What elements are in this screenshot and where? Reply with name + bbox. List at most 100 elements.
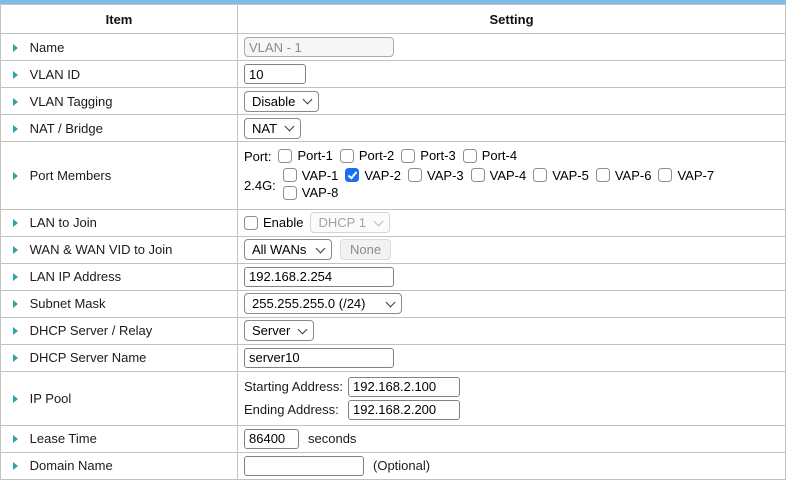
nat-bridge-value: NAT <box>252 121 277 136</box>
wifi-vap-checkbox-row: 2.4G: VAP-1 VAP-2 VAP-3 VAP-4 VAP-5 VAP-6 VAP-… <box>244 168 779 203</box>
item-cell: DHCP Server / Relay <box>1 317 238 344</box>
lan-ip-input[interactable] <box>244 267 394 287</box>
vlan-tagging-value: Disable <box>252 94 295 109</box>
checkbox-label: VAP-1 <box>302 168 339 183</box>
triangle-bullet-icon <box>13 125 18 133</box>
row-lan-to-join: LAN to Join Enable DHCP 1 <box>1 209 786 236</box>
triangle-bullet-icon <box>13 354 18 362</box>
checkbox[interactable] <box>401 149 415 163</box>
vlan-settings-table: Item Setting Name VLAN ID <box>0 4 786 480</box>
table-header-row: Item Setting <box>1 5 786 34</box>
checkbox-label: VAP-8 <box>302 185 339 200</box>
checkbox[interactable] <box>471 168 485 182</box>
setting-cell <box>238 344 786 371</box>
wan-select[interactable]: All WANs <box>244 239 332 260</box>
ending-address-input[interactable] <box>348 400 460 420</box>
setting-cell: Enable DHCP 1 <box>238 209 786 236</box>
enable-label: Enable <box>263 215 303 230</box>
dhcp-mode-select[interactable]: Server <box>244 320 314 341</box>
checkbox-item: VAP-3 <box>408 168 464 183</box>
item-cell: DHCP Server Name <box>1 344 238 371</box>
checkbox[interactable] <box>658 168 672 182</box>
checkbox[interactable] <box>596 168 610 182</box>
checkbox[interactable] <box>278 149 292 163</box>
triangle-bullet-icon <box>13 219 18 227</box>
chevron-down-icon <box>298 324 308 334</box>
ethernet-port-checkbox-row: Port: Port-1Port-2Port-3Port-4 <box>244 148 779 166</box>
triangle-bullet-icon <box>13 327 18 335</box>
item-cell: VLAN ID <box>1 61 238 88</box>
lease-time-input[interactable] <box>244 429 299 449</box>
domain-name-input[interactable] <box>244 456 364 476</box>
starting-address-row: Starting Address: <box>244 377 779 397</box>
row-nat-bridge: NAT / Bridge NAT <box>1 115 786 142</box>
starting-address-label: Starting Address: <box>244 379 348 394</box>
checkbox-label: VAP-2 <box>364 168 401 183</box>
checkbox-item: VAP-1 <box>283 168 339 183</box>
checkbox-label: Port-1 <box>297 148 332 163</box>
item-label: DHCP Server Name <box>30 350 147 365</box>
row-wan-join: WAN & WAN VID to Join All WANs None <box>1 236 786 263</box>
row-lease-time: Lease Time seconds <box>1 425 786 452</box>
row-dhcp-server-name: DHCP Server Name <box>1 344 786 371</box>
row-port-members: Port Members Port: Port-1Port-2Port-3Por… <box>1 142 786 210</box>
item-label: Port Members <box>30 168 112 183</box>
item-cell: LAN IP Address <box>1 263 238 290</box>
checkbox-label: Port-3 <box>420 148 455 163</box>
chevron-down-icon <box>386 297 396 307</box>
checkbox-label: Port-2 <box>359 148 394 163</box>
dhcp-server-name-input[interactable] <box>244 348 394 368</box>
checkbox[interactable] <box>533 168 547 182</box>
wifi-prefix-label: 2.4G: <box>244 178 276 193</box>
ending-address-row: Ending Address: <box>244 400 779 420</box>
item-label: Lease Time <box>30 431 97 446</box>
checkbox-label: VAP-6 <box>615 168 652 183</box>
item-cell: VLAN Tagging <box>1 88 238 115</box>
checkbox-label: VAP-5 <box>552 168 589 183</box>
checkbox-label: Port-4 <box>482 148 517 163</box>
setting-cell <box>238 263 786 290</box>
vlan-name-input <box>244 37 394 57</box>
setting-cell: Port: Port-1Port-2Port-3Port-4 2.4G: VAP… <box>238 142 786 210</box>
triangle-bullet-icon <box>13 395 18 403</box>
wan-select-value: All WANs <box>252 242 306 257</box>
dhcp-mode-value: Server <box>252 323 290 338</box>
enable-checkbox[interactable] <box>244 216 258 230</box>
row-subnet-mask: Subnet Mask 255.255.255.0 (/24) <box>1 290 786 317</box>
dhcp-instance-value: DHCP 1 <box>318 215 365 230</box>
checkbox[interactable] <box>283 168 297 182</box>
setting-cell: NAT <box>238 115 786 142</box>
setting-cell: seconds <box>238 425 786 452</box>
checkbox[interactable] <box>463 149 477 163</box>
setting-cell <box>238 34 786 61</box>
triangle-bullet-icon <box>13 435 18 443</box>
vlan-tagging-select[interactable]: Disable <box>244 91 319 112</box>
checkbox[interactable] <box>340 149 354 163</box>
checkbox-item: VAP-7 <box>658 168 714 183</box>
triangle-bullet-icon <box>13 44 18 52</box>
item-cell: IP Pool <box>1 371 238 425</box>
item-cell: Domain Name <box>1 452 238 479</box>
checkbox[interactable] <box>408 168 422 182</box>
checkbox[interactable] <box>345 168 359 182</box>
enable-checkbox-item: Enable <box>244 215 303 230</box>
lease-time-unit-label: seconds <box>308 431 356 446</box>
checkbox-item: VAP-2 <box>345 168 401 183</box>
checkbox-item: VAP-5 <box>533 168 589 183</box>
item-label: Subnet Mask <box>30 296 106 311</box>
triangle-bullet-icon <box>13 273 18 281</box>
subnet-mask-select[interactable]: 255.255.255.0 (/24) <box>244 293 402 314</box>
setting-cell: (Optional) <box>238 452 786 479</box>
checkbox-label: VAP-3 <box>427 168 464 183</box>
starting-address-input[interactable] <box>348 377 460 397</box>
item-label: VLAN ID <box>30 67 81 82</box>
nat-bridge-select[interactable]: NAT <box>244 118 301 139</box>
row-ip-pool: IP Pool Starting Address: Ending Address… <box>1 371 786 425</box>
checkbox-item: VAP-8 <box>283 185 339 200</box>
item-label: VLAN Tagging <box>30 94 113 109</box>
port-checkbox-group: Port-1 Port-2 Port-3 Port-4 <box>278 148 524 166</box>
triangle-bullet-icon <box>13 462 18 470</box>
vlan-id-input[interactable] <box>244 64 306 84</box>
checkbox[interactable] <box>283 186 297 200</box>
checkbox-item: VAP-4 <box>471 168 527 183</box>
